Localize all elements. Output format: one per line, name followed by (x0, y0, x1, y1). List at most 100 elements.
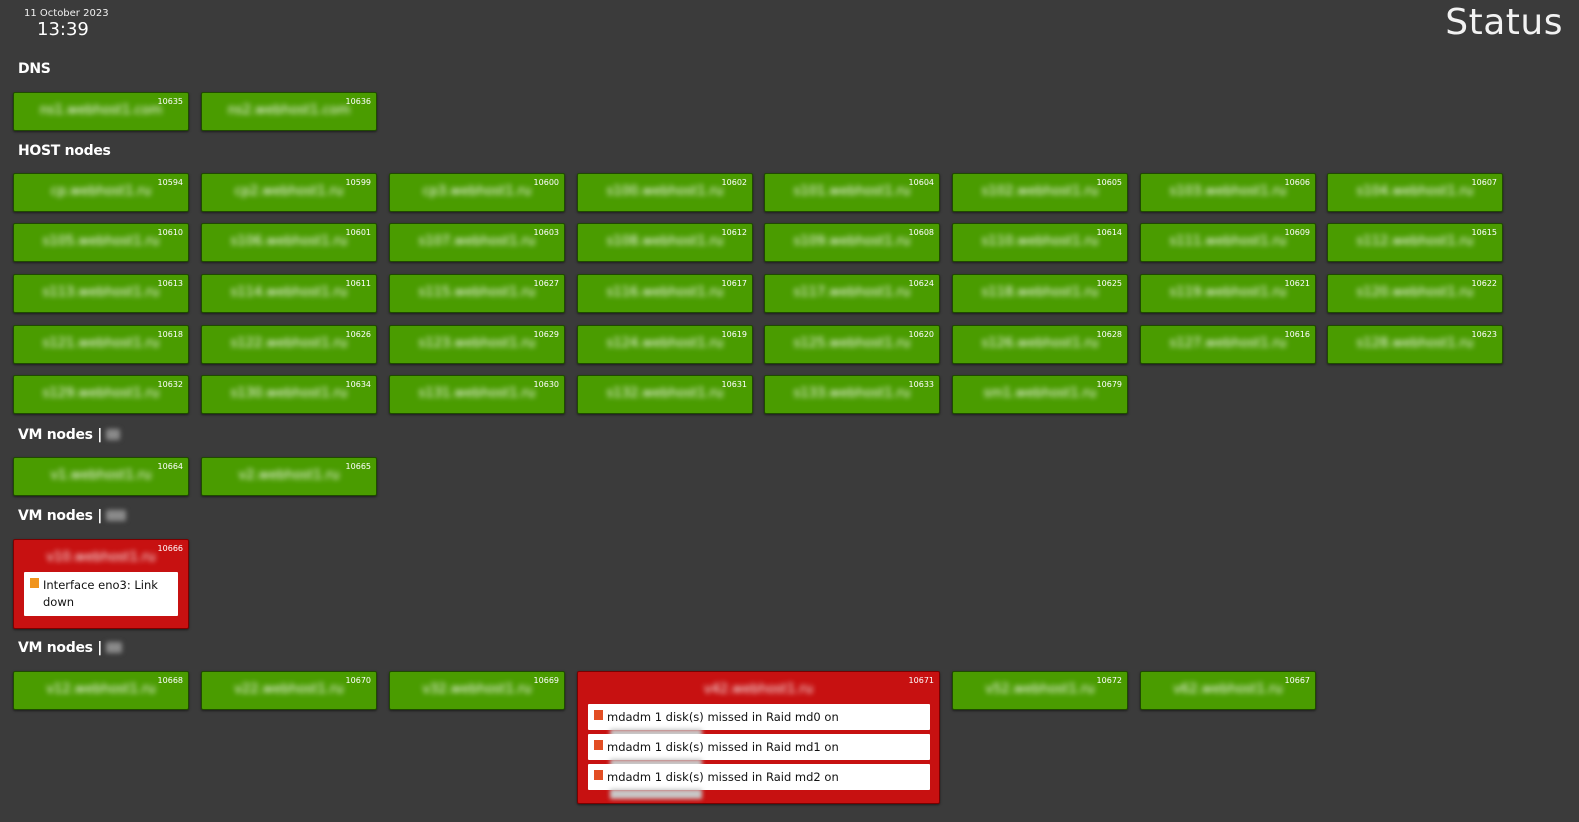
section-title-text: VM nodes | (18, 508, 103, 524)
host-tile[interactable]: 10668 v12.webhost1.ru (13, 671, 189, 710)
host-tile[interactable]: 10635 ns1.webhost1.com (13, 92, 189, 131)
host-tile[interactable]: 10624 s117.webhost1.ru (764, 274, 940, 313)
severity-square-icon (594, 710, 603, 720)
host-tile[interactable]: 10618 s121.webhost1.ru (13, 325, 189, 364)
host-tile[interactable]: 10594 cp.webhost1.ru (13, 173, 189, 212)
host-name: s125.webhost1.ru (793, 336, 911, 351)
host-tile[interactable]: 10622 s120.webhost1.ru (1327, 274, 1503, 313)
host-tile[interactable]: 10612 s108.webhost1.ru (577, 223, 753, 262)
section-title-text: VM nodes | (18, 427, 103, 443)
host-tile[interactable]: 10599 cp2.webhost1.ru (201, 173, 377, 212)
severity-square-icon (30, 578, 39, 588)
host-name: s100.webhost1.ru (606, 184, 724, 199)
host-name: s109.webhost1.ru (793, 234, 911, 249)
host-name: s120.webhost1.ru (1356, 285, 1474, 300)
host-tile[interactable]: 10679 sm1.webhost1.ru (952, 375, 1128, 414)
host-tile[interactable]: 10623 s128.webhost1.ru (1327, 325, 1503, 364)
host-name: cp3.webhost1.ru (422, 184, 532, 199)
host-name: s123.webhost1.ru (418, 336, 536, 351)
host-name: s102.webhost1.ru (981, 184, 1099, 199)
host-name: s110.webhost1.ru (981, 234, 1099, 249)
host-name: cp.webhost1.ru (50, 184, 152, 199)
host-name: s116.webhost1.ru (606, 285, 724, 300)
host-tile[interactable]: 10621 s119.webhost1.ru (1140, 274, 1316, 313)
section-title-dns: DNS (18, 61, 51, 77)
redacted-host (610, 789, 702, 799)
host-tile[interactable]: 10613 s113.webhost1.ru (13, 274, 189, 313)
host-name: s104.webhost1.ru (1356, 184, 1474, 199)
host-tile[interactable]: 10634 s130.webhost1.ru (201, 375, 377, 414)
host-name: s115.webhost1.ru (418, 285, 536, 300)
host-name: s118.webhost1.ru (981, 285, 1099, 300)
host-tile[interactable]: 10606 s103.webhost1.ru (1140, 173, 1316, 212)
host-tile[interactable]: 10666 v10.webhost1.ru Interface eno3: Link… (13, 539, 189, 629)
host-name: v32.webhost1.ru (422, 682, 532, 697)
host-tile[interactable]: 10602 s100.webhost1.ru (577, 173, 753, 212)
host-tile[interactable]: 10670 v22.webhost1.ru (201, 671, 377, 710)
host-tile[interactable]: 10667 v62.webhost1.ru (1140, 671, 1316, 710)
host-tile[interactable]: 10611 s114.webhost1.ru (201, 274, 377, 313)
host-tile[interactable]: 10632 s129.webhost1.ru (13, 375, 189, 414)
host-name: sm1.webhost1.ru (983, 386, 1097, 401)
host-tile[interactable]: 10607 s104.webhost1.ru (1327, 173, 1503, 212)
problem-item[interactable]: mdadm 1 disk(s) missed in Raid md1 on (588, 734, 930, 769)
host-tile[interactable]: 10609 s111.webhost1.ru (1140, 223, 1316, 262)
host-tile[interactable]: 10605 s102.webhost1.ru (952, 173, 1128, 212)
host-tile[interactable]: 10616 s127.webhost1.ru (1140, 325, 1316, 364)
problem-item[interactable]: mdadm 1 disk(s) missed in Raid md2 on (588, 764, 930, 799)
host-name: s121.webhost1.ru (42, 336, 160, 351)
host-name: ns2.webhost1.com (227, 103, 351, 118)
host-tile[interactable]: 10633 s133.webhost1.ru (764, 375, 940, 414)
host-name: s126.webhost1.ru (981, 336, 1099, 351)
host-name: s111.webhost1.ru (1169, 234, 1287, 249)
host-tile[interactable]: 10628 s126.webhost1.ru (952, 325, 1128, 364)
host-tile[interactable]: 10617 s116.webhost1.ru (577, 274, 753, 313)
host-tile[interactable]: 10610 s105.webhost1.ru (13, 223, 189, 262)
problem-text: mdadm 1 disk(s) missed in Raid md0 on (607, 710, 839, 724)
host-name: s128.webhost1.ru (1356, 336, 1474, 351)
host-name: v42.webhost1.ru (703, 682, 814, 697)
host-name: s113.webhost1.ru (42, 285, 160, 300)
host-tile[interactable]: 10608 s109.webhost1.ru (764, 223, 940, 262)
redacted-suffix (106, 429, 121, 440)
redacted-suffix (106, 510, 127, 521)
host-tile[interactable]: 10671 v42.webhost1.ru mdadm 1 disk(s) miss… (577, 671, 940, 804)
section-title-vm-nodes-2: VM nodes | (18, 508, 127, 524)
host-tile[interactable]: 10619 s124.webhost1.ru (577, 325, 753, 364)
problem-item[interactable]: mdadm 1 disk(s) missed in Raid md0 on (588, 704, 930, 739)
redacted-suffix (106, 642, 123, 653)
host-name: s114.webhost1.ru (230, 285, 348, 300)
host-tile[interactable]: 10631 s132.webhost1.ru (577, 375, 753, 414)
host-tile[interactable]: 10614 s110.webhost1.ru (952, 223, 1128, 262)
host-tile[interactable]: 10603 s107.webhost1.ru (389, 223, 565, 262)
host-tile[interactable]: 10669 v32.webhost1.ru (389, 671, 565, 710)
host-name: v62.webhost1.ru (1173, 682, 1283, 697)
host-tile[interactable]: 10665 v2.webhost1.ru (201, 457, 377, 496)
host-name: v2.webhost1.ru (238, 468, 340, 483)
section-title-host-nodes: HOST nodes (18, 143, 111, 159)
host-tile[interactable]: 10630 s131.webhost1.ru (389, 375, 565, 414)
host-name: s106.webhost1.ru (230, 234, 348, 249)
host-tile[interactable]: 10664 v1.webhost1.ru (13, 457, 189, 496)
host-name: v22.webhost1.ru (234, 682, 344, 697)
host-tile[interactable]: 10620 s125.webhost1.ru (764, 325, 940, 364)
host-tile[interactable]: 10625 s118.webhost1.ru (952, 274, 1128, 313)
host-name: s124.webhost1.ru (606, 336, 724, 351)
date-label: 11 October 2023 (24, 8, 109, 19)
host-tile[interactable]: 10629 s123.webhost1.ru (389, 325, 565, 364)
problem-item[interactable]: Interface eno3: Link down (24, 572, 178, 616)
host-tile[interactable]: 10601 s106.webhost1.ru (201, 223, 377, 262)
host-name: ns1.webhost1.com (39, 103, 163, 118)
host-name: v1.webhost1.ru (50, 468, 152, 483)
host-tile[interactable]: 10600 cp3.webhost1.ru (389, 173, 565, 212)
section-title-vm-nodes-3: VM nodes | (18, 640, 123, 656)
host-tile[interactable]: 10627 s115.webhost1.ru (389, 274, 565, 313)
host-tile[interactable]: 10604 s101.webhost1.ru (764, 173, 940, 212)
section-title-text: DNS (18, 61, 51, 77)
section-title-text: HOST nodes (18, 143, 111, 159)
host-tile[interactable]: 10672 v52.webhost1.ru (952, 671, 1128, 710)
host-tile[interactable]: 10615 s112.webhost1.ru (1327, 223, 1503, 262)
host-tile[interactable]: 10626 s122.webhost1.ru (201, 325, 377, 364)
host-tile[interactable]: 10636 ns2.webhost1.com (201, 92, 377, 131)
host-name: s112.webhost1.ru (1356, 234, 1474, 249)
